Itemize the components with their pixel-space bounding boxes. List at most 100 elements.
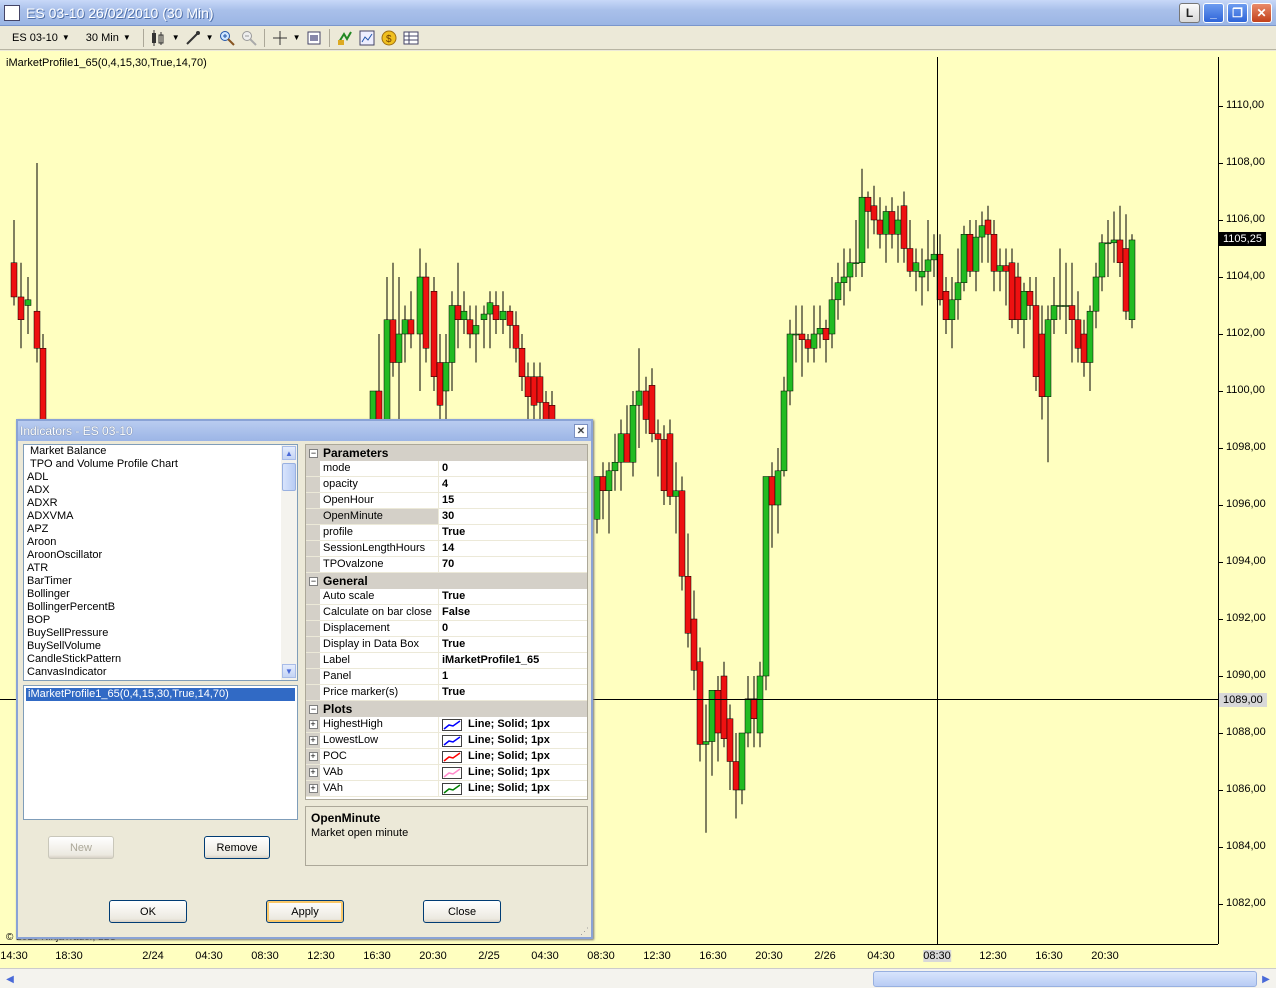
scroll-left-icon[interactable]: ◀ — [2, 971, 18, 987]
property-name[interactable]: TPOvalzone — [320, 557, 439, 572]
currency-icon[interactable]: $ — [380, 29, 398, 47]
property-row[interactable]: + LowestLow Line; Solid; 1px — [306, 733, 587, 749]
indicator-list-item[interactable]: BollingerPercentB — [24, 601, 297, 614]
property-value[interactable]: 30 — [439, 509, 587, 524]
zoom-in-icon[interactable] — [218, 29, 236, 47]
property-value[interactable]: Line; Solid; 1px — [439, 765, 587, 780]
property-row[interactable]: SessionLengthHours 14 — [306, 541, 587, 557]
list-scrollbar[interactable]: ▲ ▼ — [281, 445, 297, 680]
link-button[interactable]: L — [1179, 3, 1200, 23]
property-row[interactable]: Label iMarketProfile1_65 — [306, 653, 587, 669]
strategies-icon[interactable] — [336, 29, 354, 47]
indicator-list-item[interactable]: AroonOscillator — [24, 549, 297, 562]
close-button[interactable]: Close — [423, 900, 501, 923]
property-name[interactable]: VAb — [320, 765, 439, 780]
available-indicators-list[interactable]: Market Balance TPO and Volume Profile Cha… — [23, 444, 298, 681]
property-value[interactable]: False — [439, 605, 587, 620]
data-box-icon[interactable] — [402, 29, 420, 47]
property-name[interactable]: OpenHour — [320, 493, 439, 508]
expand-icon[interactable]: + — [308, 736, 318, 745]
collapse-icon[interactable]: − — [309, 576, 318, 586]
applied-indicator-item[interactable]: iMarketProfile1_65(0,4,15,30,True,14,70) — [26, 688, 295, 701]
property-value[interactable]: 4 — [439, 477, 587, 492]
property-row[interactable]: Price marker(s) True — [306, 685, 587, 701]
plots-category[interactable]: − Plots — [306, 701, 587, 717]
property-name[interactable]: Display in Data Box — [320, 637, 439, 652]
property-row[interactable]: OpenMinute 30 — [306, 509, 587, 525]
property-name[interactable]: LowestLow — [320, 733, 439, 748]
instrument-dropdown[interactable]: ES 03-10 ▼ — [6, 28, 76, 48]
indicator-list-item[interactable]: ATR — [24, 562, 297, 575]
scroll-down-icon[interactable]: ▼ — [282, 664, 296, 678]
property-row[interactable]: Auto scale True — [306, 589, 587, 605]
indicator-list-item[interactable]: BarTimer — [24, 575, 297, 588]
collapse-icon[interactable]: − — [309, 448, 318, 458]
interval-dropdown[interactable]: 30 Min ▼ — [80, 28, 137, 48]
property-name[interactable]: HighestHigh — [320, 717, 439, 732]
collapse-icon[interactable]: − — [309, 704, 318, 714]
indicator-list-item[interactable]: CandleStickPattern — [24, 653, 297, 666]
indicator-list-item[interactable]: ADL — [24, 471, 297, 484]
property-value[interactable]: 0 — [439, 461, 587, 476]
property-row[interactable]: OpenHour 15 — [306, 493, 587, 509]
property-value[interactable]: 15 — [439, 493, 587, 508]
property-row[interactable]: opacity 4 — [306, 477, 587, 493]
ok-button[interactable]: OK — [109, 900, 187, 923]
indicator-list-item[interactable]: CanvasIndicator — [24, 666, 297, 679]
expand-icon[interactable]: + — [308, 784, 318, 793]
parameters-category[interactable]: − Parameters — [306, 445, 587, 461]
chart-horizontal-scrollbar[interactable]: ◀ ▶ — [0, 968, 1276, 988]
general-category[interactable]: − General — [306, 573, 587, 589]
property-name[interactable]: profile — [320, 525, 439, 540]
maximize-button[interactable]: ❐ — [1227, 3, 1248, 23]
indicator-list-item[interactable]: ADXVMA — [24, 510, 297, 523]
property-value[interactable]: Line; Solid; 1px — [439, 717, 587, 732]
chevron-down-icon[interactable]: ▼ — [206, 33, 214, 42]
property-name[interactable]: Auto scale — [320, 589, 439, 604]
indicator-list-item[interactable]: BOP — [24, 614, 297, 627]
scroll-up-icon[interactable]: ▲ — [282, 446, 296, 460]
property-value[interactable]: iMarketProfile1_65 — [439, 653, 587, 668]
indicator-list-item[interactable]: Bollinger — [24, 588, 297, 601]
expand-icon[interactable]: + — [308, 768, 318, 777]
indicator-list-item[interactable]: BuySellVolume — [24, 640, 297, 653]
property-value[interactable]: True — [439, 637, 587, 652]
properties-icon[interactable] — [305, 29, 323, 47]
property-name[interactable]: Panel — [320, 669, 439, 684]
list-scrollbar-thumb[interactable] — [282, 463, 296, 491]
property-row[interactable]: mode 0 — [306, 461, 587, 477]
property-value[interactable]: 70 — [439, 557, 587, 572]
property-row[interactable]: profile True — [306, 525, 587, 541]
indicator-list-item[interactable]: ADXR — [24, 497, 297, 510]
resize-grip-icon[interactable]: ⋰ — [580, 926, 590, 936]
property-row[interactable]: + POC Line; Solid; 1px — [306, 749, 587, 765]
property-name[interactable]: opacity — [320, 477, 439, 492]
remove-button[interactable]: Remove — [204, 836, 270, 859]
scroll-right-icon[interactable]: ▶ — [1258, 971, 1274, 987]
scrollbar-thumb[interactable] — [873, 971, 1257, 987]
property-name[interactable]: OpenMinute — [320, 509, 439, 524]
expand-icon[interactable]: + — [308, 752, 318, 761]
zoom-out-icon[interactable] — [240, 29, 258, 47]
close-window-button[interactable]: ✕ — [1251, 3, 1272, 23]
property-value[interactable]: 1 — [439, 669, 587, 684]
property-name[interactable]: Price marker(s) — [320, 685, 439, 700]
new-button[interactable]: New — [48, 836, 114, 859]
property-value[interactable]: 14 — [439, 541, 587, 556]
property-name[interactable]: Calculate on bar close — [320, 605, 439, 620]
property-value[interactable]: True — [439, 525, 587, 540]
indicator-list-item[interactable]: Aroon — [24, 536, 297, 549]
property-row[interactable]: Panel 1 — [306, 669, 587, 685]
indicator-list-item[interactable]: ADX — [24, 484, 297, 497]
apply-button[interactable]: Apply — [266, 900, 344, 923]
property-row[interactable]: + VAh Line; Solid; 1px — [306, 781, 587, 797]
indicators-icon[interactable] — [358, 29, 376, 47]
property-value[interactable]: Line; Solid; 1px — [439, 781, 587, 796]
property-name[interactable]: mode — [320, 461, 439, 476]
property-row[interactable]: + VAb Line; Solid; 1px — [306, 765, 587, 781]
bar-type-icon[interactable] — [150, 29, 168, 47]
chevron-down-icon[interactable]: ▼ — [293, 33, 301, 42]
property-name[interactable]: POC — [320, 749, 439, 764]
indicator-list-item[interactable]: BuySellPressure — [24, 627, 297, 640]
property-row[interactable]: TPOvalzone 70 — [306, 557, 587, 573]
